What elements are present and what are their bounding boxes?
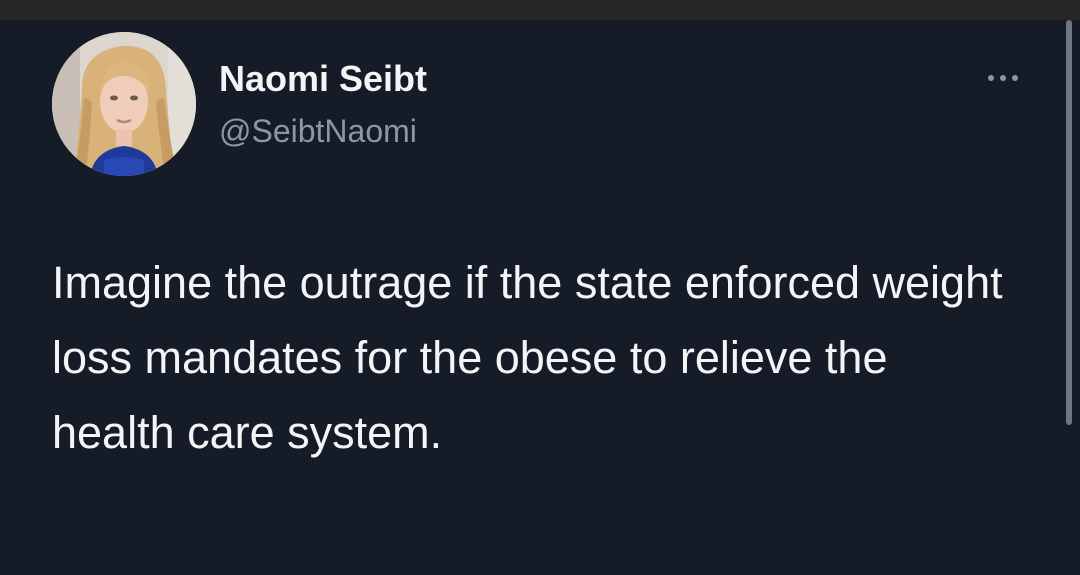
tweet-text: Imagine the outrage if the state enforce…: [52, 257, 1003, 458]
more-options-button[interactable]: [985, 66, 1021, 90]
tweet-card[interactable]: Naomi Seibt @SeibtNaomi Imagine the outr…: [0, 20, 1080, 575]
author-display-name[interactable]: Naomi Seibt: [219, 58, 427, 100]
author-handle[interactable]: @SeibtNaomi: [219, 112, 417, 150]
top-bar: [0, 0, 1080, 20]
avatar[interactable]: [52, 32, 196, 176]
scrollbar[interactable]: [1066, 20, 1072, 425]
more-horizontal-icon: [988, 75, 1018, 81]
